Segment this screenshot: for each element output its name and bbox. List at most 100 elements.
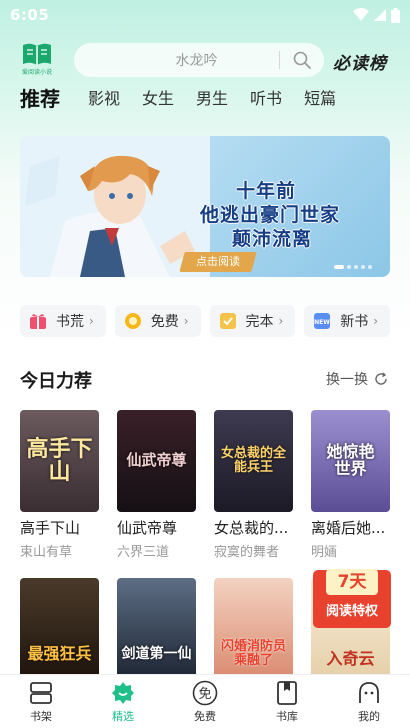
- search-icon: [293, 51, 311, 69]
- tab-audio[interactable]: 听书: [250, 84, 282, 114]
- book-title[interactable]: 离婚后她...: [311, 517, 393, 538]
- quick-link-shortage[interactable]: 书荒 ›: [20, 305, 106, 337]
- nav-featured[interactable]: 精选: [82, 675, 164, 728]
- book-card[interactable]: 女总裁的全能兵王 女总裁的... 寂寞的舞者: [214, 410, 293, 560]
- profile-icon: [357, 680, 381, 706]
- promo-banner[interactable]: 十年前 他逃出豪门世家 颠沛流离 点击阅读: [20, 136, 390, 277]
- gift-icon: [28, 311, 48, 331]
- nav-profile[interactable]: 我的: [328, 675, 410, 728]
- book-cover[interactable]: 女总裁的全能兵王: [214, 410, 293, 512]
- free-icon: 免: [192, 680, 218, 706]
- book-cover[interactable]: 高手下山: [20, 410, 99, 512]
- banner-pagination: [334, 265, 372, 269]
- library-icon: [276, 680, 298, 706]
- cover-title: 入奇云: [326, 648, 375, 668]
- book-card[interactable]: 仙武帝尊 仙武帝尊 六界三道: [117, 410, 196, 560]
- reading-privilege-badge[interactable]: 7天 阅读特权: [313, 569, 391, 628]
- nav-bookshelf[interactable]: 书架: [0, 675, 82, 728]
- tab-recommend[interactable]: 推荐: [20, 84, 60, 114]
- promo-days: 7天: [326, 569, 378, 595]
- app-header: 爱阅读小说 水龙吟 必读榜: [0, 40, 410, 80]
- coin-icon: [123, 311, 143, 331]
- banner-headline-3: 颠沛流离: [232, 228, 313, 250]
- cover-title: 剑道第一仙: [121, 645, 192, 662]
- nav-label: 书库: [276, 710, 298, 723]
- pagination-dot: [368, 265, 372, 269]
- search-button[interactable]: [280, 51, 324, 69]
- quick-link-label: 书荒: [56, 314, 84, 330]
- book-title[interactable]: 仙武帝尊: [117, 517, 199, 538]
- quick-link-completed[interactable]: 完本 ›: [209, 305, 296, 337]
- checkmark-icon: [218, 311, 238, 331]
- book-cover[interactable]: 剑道第一仙: [117, 578, 196, 680]
- banner-headline-2: 他逃出豪门世家: [200, 204, 341, 226]
- book-title[interactable]: 女总裁的...: [214, 517, 296, 538]
- book-card[interactable]: 高手下山 高手下山 束山有草: [20, 410, 99, 560]
- nav-label: 精选: [112, 710, 134, 723]
- book-cover[interactable]: 闪婚消防员 乘融了: [214, 578, 293, 680]
- cellular-signal-icon: [374, 9, 386, 21]
- pagination-dot: [354, 265, 358, 269]
- chevron-right-icon: ›: [278, 314, 284, 328]
- cover-title: 高手下山: [26, 436, 93, 485]
- status-bar: 6:05: [0, 0, 410, 30]
- banner-headline-1: 十年前: [236, 180, 297, 202]
- refresh-button[interactable]: 换一换: [326, 369, 388, 389]
- book-author: 寂寞的舞者: [214, 545, 280, 560]
- quick-link-label: 免费: [150, 314, 179, 330]
- book-card[interactable]: 她惊艳世界 离婚后她... 明婳: [311, 410, 390, 560]
- battery-icon: [391, 7, 400, 23]
- book-author: 明婳: [311, 545, 338, 560]
- book-logo-icon: [23, 43, 51, 65]
- book-card[interactable]: 剑道第一仙: [117, 578, 196, 680]
- book-title[interactable]: 高手下山: [20, 517, 102, 538]
- bottom-navigation: 书架 精选 免 免费 书库 我的: [0, 674, 410, 728]
- must-read-ranking-link[interactable]: 必读榜: [333, 49, 387, 74]
- quick-link-label: 完本: [245, 314, 274, 330]
- bookshelf-icon: [29, 680, 53, 706]
- book-author: 六界三道: [117, 545, 170, 560]
- refresh-icon: [375, 372, 387, 385]
- tab-short[interactable]: 短篇: [304, 84, 336, 114]
- search-bar[interactable]: 水龙吟: [74, 43, 324, 77]
- nav-label: 免费: [194, 710, 216, 723]
- cover-title: 她惊艳世界: [326, 442, 375, 478]
- category-tabs: 推荐 影视 女生 男生 听书 短篇: [20, 84, 336, 114]
- banner-character-illustration: [20, 136, 210, 277]
- nav-free[interactable]: 免 免费: [164, 675, 246, 728]
- promo-text: 阅读特权: [325, 604, 378, 619]
- book-card[interactable]: 最强狂兵: [20, 578, 99, 680]
- book-author: 束山有草: [20, 545, 73, 560]
- chevron-right-icon: ›: [373, 314, 379, 328]
- pagination-dot: [361, 265, 365, 269]
- nav-library[interactable]: 书库: [246, 675, 328, 728]
- book-cover[interactable]: 仙武帝尊: [117, 410, 196, 512]
- nav-label: 书架: [30, 710, 52, 723]
- chevron-right-icon: ›: [89, 314, 94, 328]
- chevron-right-icon: ›: [183, 314, 189, 328]
- quick-links: 书荒 › 免费 › 完本 › NEW 新书 ›: [20, 305, 390, 337]
- book-card[interactable]: 闪婚消防员 乘融了: [214, 578, 293, 680]
- new-icon: NEW: [312, 311, 332, 331]
- search-placeholder[interactable]: 水龙吟: [74, 50, 279, 70]
- book-cover[interactable]: 最强狂兵: [20, 578, 99, 680]
- banner-read-button[interactable]: 点击阅读: [179, 252, 257, 272]
- status-time: 6:05: [10, 6, 50, 24]
- book-cover[interactable]: 她惊艳世界: [311, 410, 390, 512]
- cover-title: 最强狂兵: [27, 643, 92, 663]
- nav-label: 我的: [358, 710, 380, 723]
- svg-text:NEW: NEW: [314, 319, 330, 326]
- tab-film[interactable]: 影视: [88, 84, 120, 114]
- quick-link-free[interactable]: 免费 ›: [114, 305, 201, 337]
- cover-title: 女总裁的全能兵王: [220, 446, 286, 475]
- logo-caption: 爱阅读小说: [21, 69, 52, 76]
- quick-link-new[interactable]: NEW 新书 ›: [304, 305, 390, 337]
- featured-icon: [111, 680, 135, 706]
- wifi-icon: [353, 8, 369, 21]
- tab-female[interactable]: 女生: [142, 84, 174, 114]
- tab-male[interactable]: 男生: [196, 84, 228, 114]
- section-title: 今日力荐: [20, 371, 92, 392]
- quick-link-label: 新书: [340, 314, 369, 330]
- refresh-label: 换一换: [326, 372, 368, 388]
- app-logo[interactable]: 爱阅读小说: [18, 42, 56, 80]
